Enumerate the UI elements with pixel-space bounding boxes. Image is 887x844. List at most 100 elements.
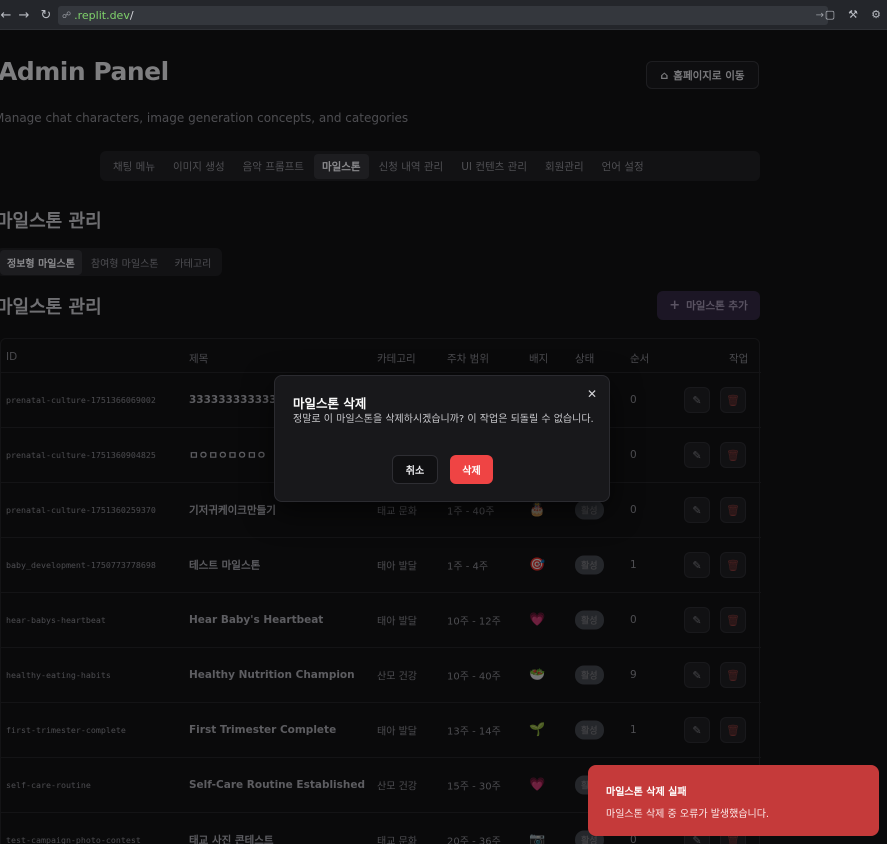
row-order: 0 (630, 449, 637, 461)
error-toast[interactable]: 마일스톤 삭제 실패 마일스톤 삭제 중 오류가 발생했습니다. (588, 765, 879, 836)
screen-icon[interactable]: ▢ (823, 7, 837, 21)
row-weeks: 15주 - 30주 (447, 781, 501, 793)
row-category: 태아 발달 (377, 616, 417, 628)
row-order: 0 (630, 614, 637, 626)
status-badge: 활성 (575, 665, 604, 685)
tab-language[interactable]: 언어 설정 (594, 154, 652, 179)
edit-icon[interactable]: ✎ (684, 662, 710, 688)
tab-applications[interactable]: 신청 내역 관리 (371, 154, 452, 179)
milestone-subtabs: 정보형 마일스톤 참여형 마일스톤 카테고리 (0, 248, 223, 276)
add-milestone-label: 마일스톤 추가 (686, 300, 748, 312)
tab-members[interactable]: 회원관리 (537, 154, 592, 179)
row-category: 산모 건강 (377, 781, 417, 793)
back-icon[interactable]: ← (0, 6, 15, 24)
add-milestone-button[interactable]: + 마일스톤 추가 (657, 291, 760, 320)
row-badge: 🎂 (529, 502, 546, 518)
edit-icon[interactable]: ✎ (684, 442, 710, 468)
tab-ui-content[interactable]: UI 컨텐츠 관리 (453, 154, 535, 179)
trash-icon[interactable]: 🗑 (720, 717, 746, 743)
dialog-title: 마일스톤 삭제 (293, 396, 367, 411)
row-weeks: 13주 - 14주 (447, 726, 501, 738)
row-badge: 🥗 (529, 667, 546, 683)
edit-icon[interactable]: ✎ (684, 552, 710, 578)
trash-icon[interactable]: 🗑 (720, 442, 746, 468)
status-badge: 활성 (575, 720, 604, 740)
confirm-delete-button[interactable]: 삭제 (450, 455, 493, 484)
trash-icon[interactable]: 🗑 (720, 607, 746, 633)
list-title: 마일스톤 관리 (0, 297, 102, 318)
trash-icon[interactable]: 🗑 (720, 662, 746, 688)
row-weeks: 1주 - 4주 (447, 561, 489, 573)
row-title: 태교 사진 콘테스트 (189, 834, 274, 844)
status-badge: 활성 (575, 500, 604, 520)
page-subtitle: Manage chat characters, image generation… (0, 111, 409, 125)
row-order: 0 (630, 394, 637, 406)
row-id: baby_development-1750773778698 (6, 560, 156, 570)
home-icon: ⌂ (660, 68, 669, 82)
row-id: healthy-eating-habits (6, 670, 111, 680)
edit-icon[interactable]: ✎ (684, 607, 710, 633)
page-title: Admin Panel (0, 57, 169, 86)
table-row: hear-babys-heartbeat Hear Baby's Heartbea… (1, 592, 761, 647)
row-title: Hear Baby's Heartbeat (189, 614, 324, 626)
row-badge: 💗 (529, 612, 546, 628)
header-status: 상태 (575, 353, 595, 365)
close-icon[interactable]: ✕ (587, 387, 597, 401)
row-id: test-campaign-photo-contest (6, 835, 141, 844)
dialog-message: 정말로 이 마일스톤을 삭제하시겠습니까? 이 작업은 되돌릴 수 없습니다. (293, 414, 594, 425)
row-category: 산모 건강 (377, 671, 417, 683)
home-button-label: 홈페이지로 이동 (673, 69, 745, 82)
section-title: 마일스톤 관리 (0, 211, 102, 232)
tab-image-generation[interactable]: 이미지 생성 (165, 154, 233, 179)
row-category: 태아 발달 (377, 561, 417, 573)
settings-icon[interactable]: ⚙ (869, 7, 883, 21)
toast-message: 마일스톤 삭제 중 오류가 발생했습니다. (606, 809, 770, 820)
edit-icon[interactable]: ✎ (684, 717, 710, 743)
row-title: ㅁㅇㅁㅇㅁㅇㅁㅇ (189, 449, 267, 462)
row-badge: 💗 (529, 777, 546, 793)
row-badge: 📷 (529, 832, 546, 844)
row-order: 1 (630, 559, 637, 571)
row-order: 0 (630, 504, 637, 516)
status-badge: 활성 (575, 610, 604, 630)
row-badge: 🌱 (529, 722, 546, 738)
reload-icon[interactable]: ↻ (37, 6, 55, 24)
subtab-categories[interactable]: 카테고리 (167, 250, 218, 275)
row-weeks: 10주 - 12주 (447, 616, 501, 628)
home-button[interactable]: ⌂ 홈페이지로 이동 (646, 61, 759, 89)
trash-icon[interactable]: 🗑 (720, 552, 746, 578)
address-bar[interactable]: ☍ .replit.dev/ → (58, 6, 828, 25)
row-weeks: 10주 - 40주 (447, 671, 501, 683)
row-title: First Trimester Complete (189, 724, 337, 736)
row-order: 9 (630, 669, 637, 681)
header-order: 순서 (630, 353, 650, 365)
subtab-info-milestones[interactable]: 정보형 마일스톤 (0, 249, 82, 275)
trash-icon[interactable]: 🗑 (720, 497, 746, 523)
trash-icon[interactable]: 🗑 (720, 387, 746, 413)
header-actions: 작업 (729, 353, 749, 365)
toast-title: 마일스톤 삭제 실패 (606, 787, 687, 798)
tab-milestones[interactable]: 마일스톤 (313, 153, 369, 179)
status-badge: 활성 (575, 555, 604, 575)
link-icon: ☍ (62, 10, 72, 21)
row-id: hear-babys-heartbeat (6, 615, 106, 625)
row-id: prenatal-culture-1751360259370 (6, 505, 156, 515)
header-category: 카테고리 (377, 353, 416, 365)
row-category: 태아 발달 (377, 726, 417, 738)
wrench-icon[interactable]: ⚒ (846, 7, 860, 21)
subtab-participation-milestones[interactable]: 참여형 마일스톤 (84, 250, 166, 275)
tab-music-prompt[interactable]: 음악 프롬프트 (235, 154, 312, 179)
row-category: 태교 문화 (377, 506, 417, 518)
row-id: prenatal-culture-1751366069002 (6, 395, 156, 405)
plus-icon: + (669, 298, 681, 313)
forward-icon[interactable]: → (15, 6, 33, 24)
row-title: Self-Care Routine Established (189, 779, 366, 791)
tab-chat-menu[interactable]: 채팅 메뉴 (105, 154, 163, 179)
main-tabs: 채팅 메뉴 이미지 생성 음악 프롬프트 마일스톤 신청 내역 관리 UI 컨텐… (100, 151, 760, 181)
row-weeks: 1주 - 40주 (447, 506, 495, 518)
edit-icon[interactable]: ✎ (684, 497, 710, 523)
cancel-button[interactable]: 취소 (392, 455, 438, 484)
row-badge: 🎯 (529, 557, 546, 573)
table-row: first-trimester-complete First Trimester … (1, 702, 761, 757)
edit-icon[interactable]: ✎ (684, 387, 710, 413)
